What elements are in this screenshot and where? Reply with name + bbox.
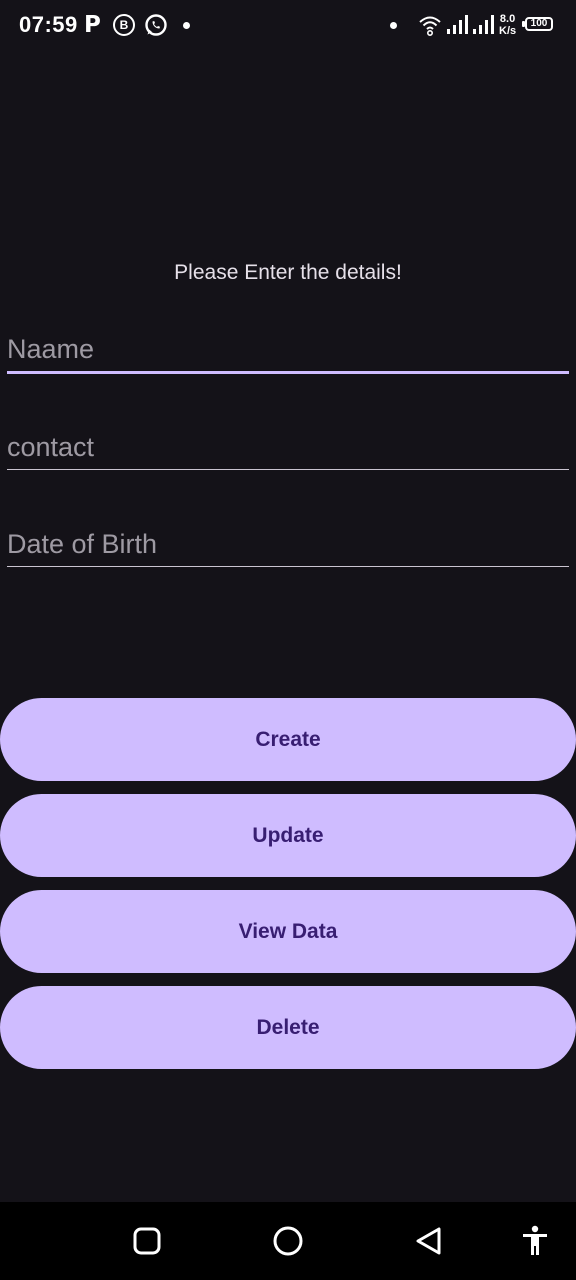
accessibility-button[interactable]: [496, 1202, 574, 1280]
recents-button[interactable]: [108, 1202, 186, 1280]
battery-level: 100: [530, 18, 548, 29]
status-time: 07:59: [19, 12, 78, 37]
status-bar: 07:59 P B 8.0 K/s 100: [0, 0, 576, 52]
create-button[interactable]: Create: [0, 698, 576, 781]
dob-field[interactable]: [7, 517, 569, 567]
signal-icon: [446, 14, 470, 41]
dot-icon: [390, 22, 397, 29]
home-button[interactable]: [249, 1202, 327, 1280]
navigation-bar: [0, 1202, 576, 1280]
contact-input[interactable]: [7, 432, 569, 463]
wifi-icon: [418, 13, 442, 42]
name-field[interactable]: [7, 324, 569, 374]
accessibility-icon: [523, 1225, 547, 1255]
delete-button[interactable]: Delete: [0, 986, 576, 1069]
p-icon: P: [84, 12, 101, 38]
view-data-button[interactable]: View Data: [0, 890, 576, 973]
whatsapp-icon: [144, 13, 168, 42]
speed-unit: K/s: [499, 25, 517, 37]
contact-field[interactable]: [7, 420, 569, 470]
app-screen: 07:59 P B 8.0 K/s 100 Please Enter the d…: [0, 0, 576, 1280]
signal-icon: [472, 14, 496, 41]
network-speed: 8.0 K/s: [499, 13, 516, 37]
update-button[interactable]: Update: [0, 794, 576, 877]
recents-icon: [133, 1227, 161, 1255]
dob-input[interactable]: [7, 529, 569, 560]
home-icon: [273, 1226, 303, 1256]
name-input[interactable]: [7, 334, 569, 365]
battery-icon: 100: [522, 17, 553, 31]
back-icon: [416, 1227, 441, 1255]
back-button[interactable]: [390, 1202, 468, 1280]
b-icon: B: [113, 14, 135, 36]
page-heading: Please Enter the details!: [174, 261, 402, 284]
dot-icon: [183, 22, 190, 29]
speed-value: 8.0: [499, 13, 516, 25]
